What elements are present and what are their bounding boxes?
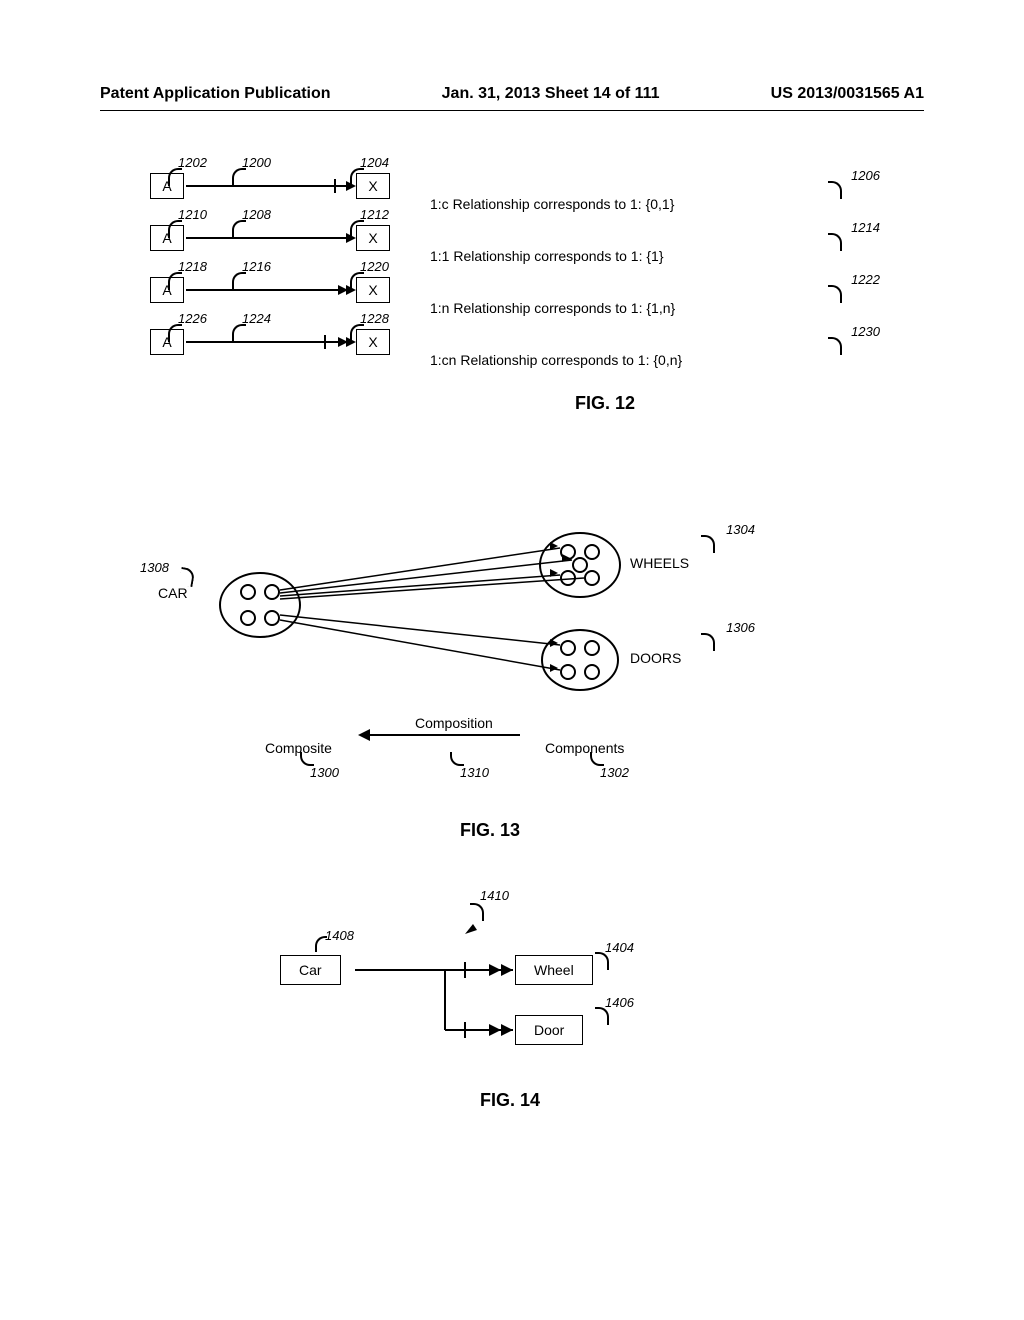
components-label: Components	[545, 740, 624, 756]
ref-curve-icon	[828, 181, 842, 199]
ref-1300: 1300	[310, 765, 339, 780]
figure-14: 1410 1408 Car 1404 Wheel 1406 Door FIG. …	[270, 910, 750, 1110]
doors-label: DOORS	[630, 650, 681, 666]
page-header: Patent Application Publication Jan. 31, …	[0, 85, 1024, 103]
composite-label: Composite	[265, 740, 332, 756]
ref-curve-icon	[828, 233, 842, 251]
relation-row-1n: 1218 1216 1220 A X 1222 1:n Relationship…	[150, 264, 880, 316]
composition-label: Composition	[415, 715, 493, 731]
arrow-head-icon	[346, 233, 356, 243]
header-right: US 2013/0031565 A1	[771, 85, 924, 103]
fig13-svg	[140, 530, 840, 790]
header-center: Jan. 31, 2013 Sheet 14 of 111	[442, 85, 660, 103]
ref-1202: 1202	[178, 155, 207, 170]
arrow-tick-icon	[334, 179, 336, 193]
relation-desc: 1:1 Relationship corresponds to 1: {1}	[430, 248, 664, 264]
relation-desc: 1:c Relationship corresponds to 1: {0,1}	[430, 196, 674, 212]
relation-desc: 1:n Relationship corresponds to 1: {1,n}	[430, 300, 675, 316]
arrow-line	[186, 185, 354, 187]
relation-row-1c: 1202 1200 1204 A X 1206 1:c Relationship…	[150, 160, 880, 212]
ref-curve-icon	[232, 272, 246, 290]
arrow-line	[186, 237, 354, 239]
figure-12: 1202 1200 1204 A X 1206 1:c Relationship…	[150, 160, 880, 414]
arrow-head-double-icon	[346, 285, 356, 295]
ref-1200: 1200	[242, 155, 271, 170]
ref-curve-icon	[232, 220, 246, 238]
ref-1224: 1224	[242, 311, 271, 326]
ref-curve-icon	[828, 285, 842, 303]
fig13-caption: FIG. 13	[140, 820, 840, 841]
arrow-head-double-icon	[346, 337, 356, 347]
ref-curve-icon	[232, 324, 246, 342]
ref-1306: 1306	[726, 620, 755, 635]
wheels-label: WHEELS	[630, 555, 689, 571]
arrow-line	[186, 289, 354, 291]
ref-1204: 1204	[360, 155, 389, 170]
ref-1308: 1308	[140, 560, 169, 575]
ref-curve-icon	[168, 168, 182, 186]
ref-curve-icon	[168, 324, 182, 342]
figure-13: 1308 CAR 1304 WHEELS 1306 DOORS Composit…	[140, 530, 840, 810]
arrow-head-icon	[346, 181, 356, 191]
ref-1222: 1222	[851, 272, 880, 287]
ref-1230: 1230	[851, 324, 880, 339]
arrow-line	[186, 341, 354, 343]
relation-desc: 1:cn Relationship corresponds to 1: {0,n…	[430, 352, 682, 368]
car-label: CAR	[158, 585, 188, 601]
header-rule	[100, 110, 924, 111]
ref-1302: 1302	[600, 765, 629, 780]
ref-1208: 1208	[242, 207, 271, 222]
ref-1310: 1310	[460, 765, 489, 780]
fig14-caption: FIG. 14	[270, 1090, 750, 1111]
ref-1220: 1220	[360, 259, 389, 274]
ref-1206: 1206	[851, 168, 880, 183]
ref-1216: 1216	[242, 259, 271, 274]
ref-1214: 1214	[851, 220, 880, 235]
ref-1212: 1212	[360, 207, 389, 222]
ref-1410: 1410	[480, 888, 509, 903]
ref-1304: 1304	[726, 522, 755, 537]
arrow-tick-icon	[324, 335, 326, 349]
ref-curve-icon	[168, 220, 182, 238]
ref-1226: 1226	[178, 311, 207, 326]
ref-1218: 1218	[178, 259, 207, 274]
relation-row-1cn: 1226 1224 1228 A X 1230 1:cn Relationshi…	[150, 316, 880, 368]
ref-1210: 1210	[178, 207, 207, 222]
ref-curve-icon	[168, 272, 182, 290]
relation-row-11: 1210 1208 1212 A X 1214 1:1 Relationship…	[150, 212, 880, 264]
fig14-connectors	[270, 910, 750, 1070]
fig12-caption: FIG. 12	[330, 393, 880, 414]
ref-curve-icon	[828, 337, 842, 355]
ref-curve-icon	[232, 168, 246, 186]
header-left: Patent Application Publication	[100, 85, 331, 103]
ref-1228: 1228	[360, 311, 389, 326]
